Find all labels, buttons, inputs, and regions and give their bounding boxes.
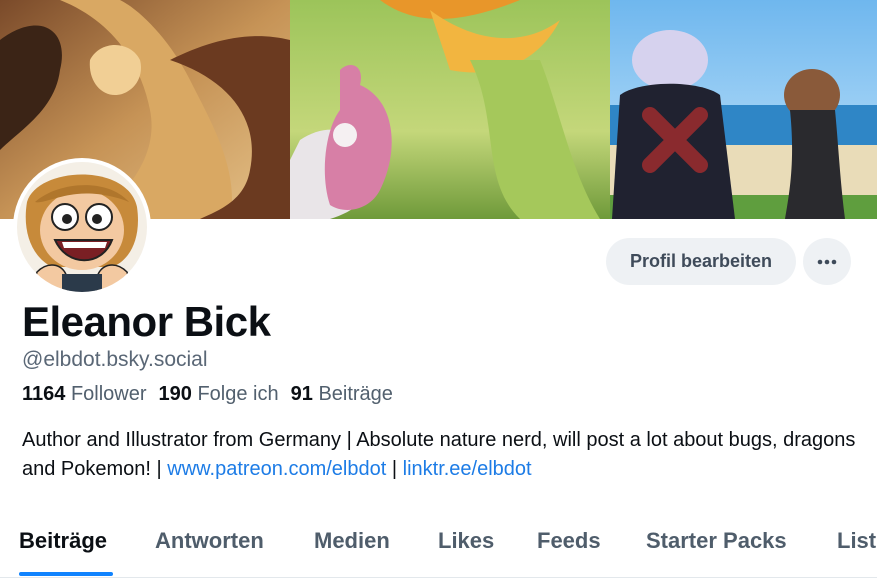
profile-stats: 1164 Follower 190 Folge ich 91 Beiträge: [22, 383, 405, 406]
tab-likes[interactable]: Likes: [438, 528, 494, 554]
more-options-button[interactable]: [803, 238, 851, 285]
posts-stat: 91 Beiträge: [291, 383, 393, 406]
avatar[interactable]: [13, 158, 151, 296]
profile-bio: Author and Illustrator from Germany | Ab…: [22, 426, 862, 484]
avatar-image: [17, 162, 147, 292]
followers-label: Follower: [70, 383, 147, 405]
following-label: Folge ich: [197, 383, 279, 405]
display-name: Eleanor Bick: [22, 298, 271, 345]
bio-separator: |: [386, 458, 403, 480]
active-tab-indicator: [19, 572, 113, 576]
tab-posts[interactable]: Beiträge: [19, 528, 107, 554]
edit-profile-button[interactable]: Profil bearbeiten: [606, 238, 796, 285]
tab-media[interactable]: Medien: [314, 528, 390, 554]
tab-starter-packs[interactable]: Starter Packs: [646, 528, 787, 554]
patreon-link[interactable]: www.patreon.com/elbdot: [167, 458, 386, 480]
posts-label: Beiträge: [318, 383, 393, 405]
ellipsis-icon: [817, 259, 837, 264]
tab-replies[interactable]: Antworten: [155, 528, 264, 554]
posts-count: 91: [290, 383, 313, 405]
profile-tabs: Beiträge Antworten Medien Likes Feeds St…: [0, 518, 877, 578]
linktree-link[interactable]: linktr.ee/elbdot: [403, 458, 532, 480]
following-stat[interactable]: 190 Folge ich: [159, 383, 279, 406]
profile-handle: @elbdot.bsky.social: [22, 348, 208, 371]
following-count: 190: [158, 383, 192, 405]
followers-count: 1164: [22, 383, 66, 405]
followers-stat[interactable]: 1164 Follower: [22, 383, 147, 406]
tab-feeds[interactable]: Feeds: [537, 528, 601, 554]
tab-lists[interactable]: List: [837, 528, 876, 554]
